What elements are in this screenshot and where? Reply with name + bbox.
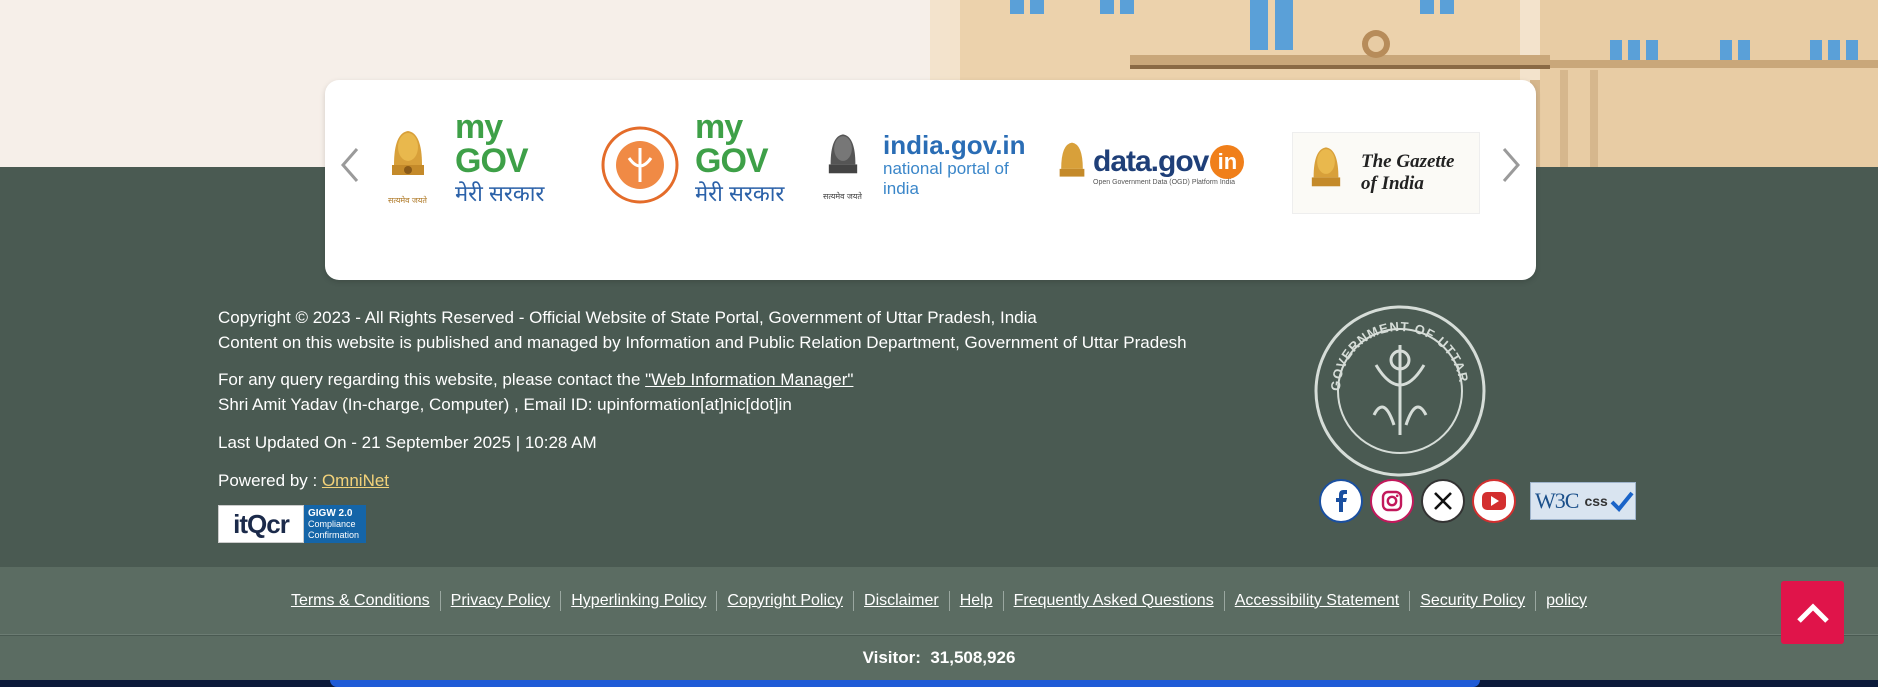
copyright-block: Copyright © 2023 - All Rights Reserved -… xyxy=(218,305,1187,355)
mygov-subtitle: मेरी सरकार xyxy=(455,181,545,206)
facebook-icon xyxy=(1336,490,1347,512)
india-gov-title: india.gov.in xyxy=(883,130,1026,160)
w3c-css-badge[interactable]: W3C css xyxy=(1530,482,1636,520)
mygov-logo[interactable]: my GOV मेरी सरकार xyxy=(455,110,570,220)
mygov-title: my GOV xyxy=(695,108,769,180)
mygov-subtitle: मेरी सरकार xyxy=(695,181,785,206)
contact-text: Shri Amit Yadav (In-charge, Computer) , … xyxy=(218,395,792,414)
national-emblem-logo[interactable]: सत्यमेव जयते xyxy=(380,110,435,220)
national-emblem-icon xyxy=(1311,147,1341,187)
up-government-seal-icon xyxy=(601,126,679,204)
mygov-up-logo[interactable]: my GOV मेरी सरकार xyxy=(695,110,810,220)
carousel-next-button[interactable] xyxy=(1496,140,1526,190)
visitor-label: Visitor: xyxy=(862,648,921,667)
national-emblem-icon xyxy=(1059,142,1085,177)
x-twitter-button[interactable] xyxy=(1421,479,1465,523)
gigw-line: Confirmation xyxy=(308,529,360,540)
gazette-subtitle: of India xyxy=(1361,173,1424,194)
emblem-ring-text: GOVERNMENT OF UTTAR PRADESH xyxy=(1314,305,1471,391)
hyperlinking-policy-link[interactable]: Hyperlinking Policy xyxy=(561,590,718,611)
bottom-decoration xyxy=(0,680,1878,687)
data-gov-badge: in xyxy=(1210,144,1245,179)
content-managed-text: Content on this website is published and… xyxy=(218,333,1187,352)
national-emblem-logo[interactable]: सत्यमेव जयते xyxy=(820,110,865,220)
emblem-caption: सत्यमेव जयते xyxy=(823,191,862,201)
footer-links-bar: Terms & Conditions Privacy Policy Hyperl… xyxy=(0,567,1878,635)
policy-link[interactable]: policy xyxy=(1536,591,1597,611)
powered-by-label: Powered by : xyxy=(218,471,322,490)
disclaimer-link[interactable]: Disclaimer xyxy=(854,590,950,611)
national-emblem-icon xyxy=(828,133,857,173)
gazette-of-india-logo[interactable]: The Gazette of India xyxy=(1292,132,1480,214)
chevron-up-icon xyxy=(1796,602,1829,623)
gigw-line: GIGW 2.0 xyxy=(308,507,353,519)
terms-conditions-link[interactable]: Terms & Conditions xyxy=(281,590,441,611)
instagram-icon xyxy=(1381,490,1403,512)
faq-link[interactable]: Frequently Asked Questions xyxy=(1004,590,1225,611)
up-government-seal-logo[interactable] xyxy=(600,110,680,220)
w3c-label: W3C xyxy=(1535,488,1579,513)
chevron-right-icon xyxy=(1502,148,1520,182)
gigw-compliance-badge[interactable]: itQcr GIGW 2.0 Compliance Confirmation xyxy=(218,505,366,543)
india-gov-subtitle: national portal of india xyxy=(883,159,1009,198)
partner-logo-carousel: सत्यमेव जयते my GOV मेरी सरकार my GOV मे… xyxy=(325,80,1536,280)
visitor-count: 31,508,926 xyxy=(930,648,1016,667)
query-block: For any query regarding this website, pl… xyxy=(218,367,853,417)
css-label: css xyxy=(1584,493,1608,509)
data-gov-subtitle: Open Government Data (OGD) Platform Indi… xyxy=(1093,178,1235,186)
accessibility-statement-link[interactable]: Accessibility Statement xyxy=(1225,590,1411,611)
chevron-left-icon xyxy=(341,148,359,182)
svg-text:GOVERNMENT OF UTTAR PRADESH: GOVERNMENT OF UTTAR PRADESH xyxy=(1314,305,1472,391)
data-gov-title: data.gov xyxy=(1093,144,1209,178)
emblem-caption: सत्यमेव जयते xyxy=(388,195,427,205)
instagram-button[interactable] xyxy=(1370,479,1414,523)
youtube-button[interactable] xyxy=(1472,479,1516,523)
omninet-link[interactable]: OmniNet xyxy=(322,471,389,490)
x-twitter-icon xyxy=(1434,492,1452,510)
powered-by: Powered by : OmniNet xyxy=(218,468,389,493)
national-emblem-icon xyxy=(391,130,424,175)
itqcr-logo: itQcr xyxy=(218,505,304,543)
last-updated-text: Last Updated On - 21 September 2025 | 10… xyxy=(218,433,597,452)
gigw-line: Compliance xyxy=(308,518,356,529)
gazette-title: The Gazette xyxy=(1361,151,1455,172)
facebook-button[interactable] xyxy=(1319,479,1363,523)
security-policy-link[interactable]: Security Policy xyxy=(1410,590,1537,611)
query-text: For any query regarding this website, pl… xyxy=(218,370,646,389)
carousel-prev-button[interactable] xyxy=(335,140,365,190)
data-gov-logo[interactable]: data.gov in Open Government Data (OGD) P… xyxy=(1055,110,1265,220)
visitor-counter: Visitor: 31,508,926 xyxy=(0,636,1878,680)
gigw-label: GIGW 2.0 Compliance Confirmation xyxy=(304,505,366,543)
mygov-title: my GOV xyxy=(455,108,529,180)
india-gov-logo[interactable]: india.gov.in national portal of india xyxy=(883,110,1048,220)
copyright-text: Copyright © 2023 - All Rights Reserved -… xyxy=(218,308,1037,327)
help-link[interactable]: Help xyxy=(950,590,1004,611)
checkmark-icon xyxy=(1610,491,1634,512)
privacy-policy-link[interactable]: Privacy Policy xyxy=(441,590,562,611)
up-government-emblem: GOVERNMENT OF UTTAR PRADESH xyxy=(1314,305,1486,477)
scroll-to-top-button[interactable] xyxy=(1781,581,1844,644)
copyright-policy-link[interactable]: Copyright Policy xyxy=(717,590,855,611)
web-information-manager-link[interactable]: "Web Information Manager" xyxy=(645,370,853,389)
youtube-icon xyxy=(1482,492,1506,510)
